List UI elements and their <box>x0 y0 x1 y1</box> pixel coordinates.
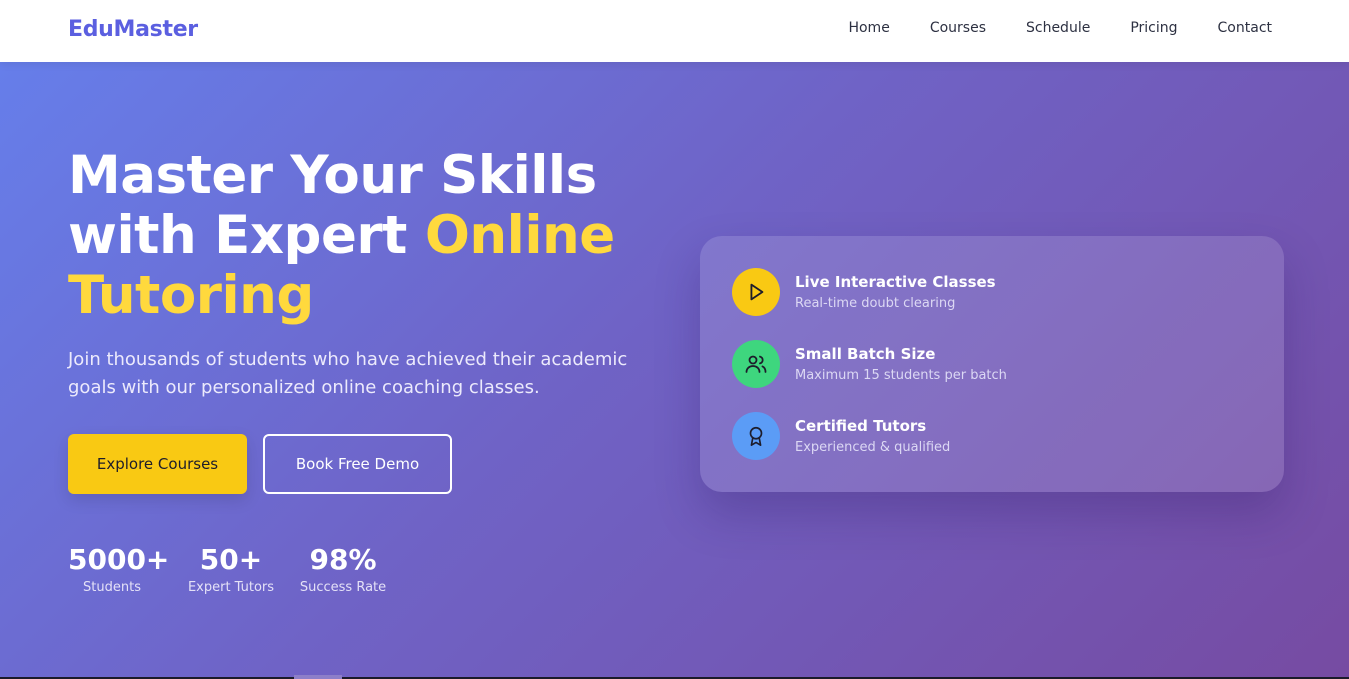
stat-students: 5000+ Students <box>68 542 170 595</box>
stat-label: Expert Tutors <box>187 580 275 595</box>
feature-desc: Real-time doubt clearing <box>795 296 956 311</box>
nav-link-contact[interactable]: Contact <box>1218 20 1272 36</box>
stat-value: 5000+ <box>68 543 170 576</box>
stat-label: Success Rate <box>299 580 387 595</box>
hero-title-line2: with Expert <box>68 205 425 266</box>
stat-value: 50+ <box>199 543 263 576</box>
book-free-demo-button[interactable]: Book Free Demo <box>263 434 452 494</box>
feature-title: Live Interactive Classes <box>795 273 996 291</box>
feature-live-classes: Live Interactive Classes Real-time doubt… <box>732 268 1232 318</box>
nav-link-courses[interactable]: Courses <box>930 20 986 36</box>
feature-title: Certified Tutors <box>795 417 927 435</box>
hero-title: Master Your Skills with Expert Online Tu… <box>68 146 668 326</box>
scroll-indicator <box>294 675 342 679</box>
users-icon <box>732 340 780 388</box>
nav-link-pricing[interactable]: Pricing <box>1130 20 1177 36</box>
hero-section: Master Your Skills with Expert Online Tu… <box>0 62 1349 677</box>
navbar: EduMaster Home Courses Schedule Pricing … <box>0 0 1349 62</box>
hero-subtitle: Join thousands of students who have achi… <box>68 349 628 398</box>
explore-courses-button[interactable]: Explore Courses <box>68 434 247 494</box>
stat-success-rate: 98% Success Rate <box>299 542 387 595</box>
stat-label: Students <box>83 580 141 595</box>
features-card: Live Interactive Classes Real-time doubt… <box>700 236 1284 492</box>
feature-title: Small Batch Size <box>795 345 936 363</box>
feature-certified-tutors: Certified Tutors Experienced & qualified <box>732 412 1232 462</box>
hero-title-line1: Master Your Skills <box>68 145 597 206</box>
nav-link-schedule[interactable]: Schedule <box>1026 20 1090 36</box>
nav-link-home[interactable]: Home <box>848 20 889 36</box>
hero-title-accent-online: Online <box>424 205 615 266</box>
play-icon <box>732 268 780 316</box>
nav-links: Home Courses Schedule Pricing Contact <box>848 20 1272 36</box>
feature-desc: Experienced & qualified <box>795 440 951 455</box>
feature-small-batch: Small Batch Size Maximum 15 students per… <box>732 340 1232 390</box>
award-icon <box>732 412 780 460</box>
hero-title-accent-tutoring: Tutoring <box>68 265 314 326</box>
stat-value: 98% <box>309 543 377 576</box>
feature-desc: Maximum 15 students per batch <box>795 368 1007 383</box>
logo[interactable]: EduMaster <box>68 17 198 42</box>
stat-tutors: 50+ Expert Tutors <box>186 542 276 595</box>
